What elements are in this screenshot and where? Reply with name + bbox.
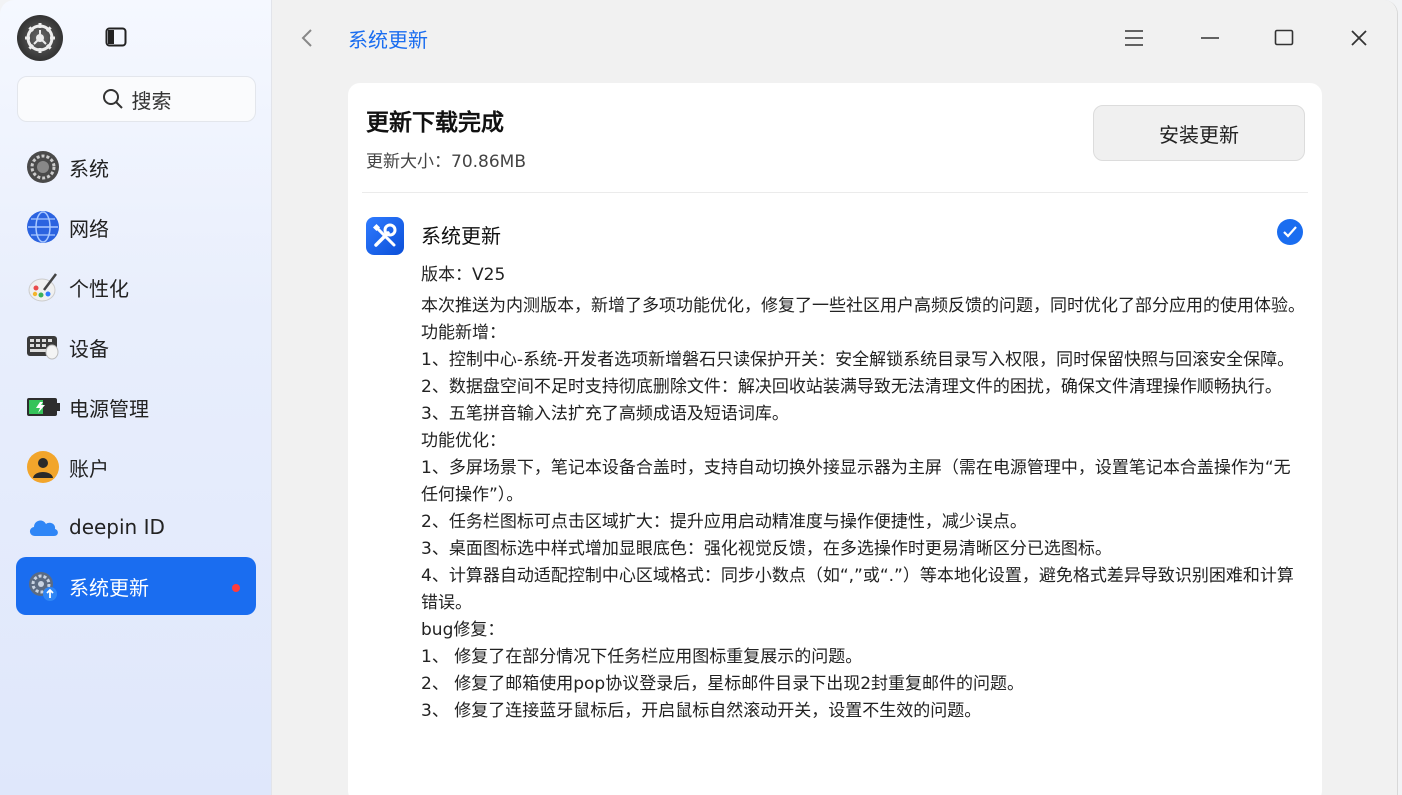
sidebar-item-system[interactable]: 系统: [16, 138, 256, 196]
release-note-line: 功能新增：: [421, 323, 506, 343]
settings-window: 搜索 系统 网络 个性化 设备 电源管理 账户 deepin ID 系统更新 系…: [0, 0, 1398, 795]
system-update-tools-icon: [366, 217, 404, 255]
sidebar-item-network[interactable]: 网络: [16, 198, 256, 256]
notification-badge: [232, 584, 240, 592]
chevron-left-icon: [301, 29, 312, 47]
personalization-icon: [26, 270, 60, 304]
sidebar-item-label: 个性化: [69, 276, 129, 301]
system-icon: [26, 150, 60, 184]
update-size: 更新大小：70.86MB: [366, 152, 526, 172]
release-note-line: 2、数据盘空间不足时支持彻底删除文件：解决回收站装满导致无法清理文件的困扰，确保…: [421, 377, 1282, 397]
device-icon: [26, 330, 60, 364]
sidebar-item-label: 系统更新: [69, 575, 149, 600]
power-icon: [26, 390, 60, 424]
sidebar-toggle-icon[interactable]: [104, 26, 128, 48]
main-panel: 系统更新 更新下载完成 更新大小：70.86MB 安装更新 系统更新 版本：V2…: [272, 0, 1397, 795]
hamburger-menu-icon: [1125, 30, 1143, 46]
update-version: 版本：V25: [421, 265, 506, 285]
release-note-line: 2、任务栏图标可点击区域扩大：提升应用启动精准度与操作便捷性，减少误点。: [421, 512, 1027, 532]
sidebar-item-personalization[interactable]: 个性化: [16, 258, 256, 316]
update-icon: [26, 569, 60, 603]
minimize-button[interactable]: [1194, 22, 1226, 54]
update-card: 更新下载完成 更新大小：70.86MB 安装更新 系统更新 版本：V25 本次推…: [348, 83, 1322, 795]
checkmark-icon[interactable]: [1277, 219, 1303, 245]
release-notes: 本次推送为内测版本，新增了多项功能优化，修复了一些社区用户高频反馈的问题，同时优…: [421, 293, 1305, 725]
install-update-button[interactable]: 安装更新: [1093, 105, 1305, 161]
menu-button[interactable]: [1118, 22, 1150, 54]
search-placeholder: 搜索: [131, 88, 172, 113]
sidebar-item-deepin-id[interactable]: deepin ID: [16, 498, 256, 556]
search-input[interactable]: 搜索: [17, 76, 256, 122]
page-title: 系统更新: [348, 28, 428, 52]
minimize-icon: [1201, 37, 1219, 39]
release-note-line: 本次推送为内测版本，新增了多项功能优化，修复了一些社区用户高频反馈的问题，同时优…: [421, 296, 1305, 316]
control-center-logo-icon: [17, 15, 63, 61]
release-note-line: 1、控制中心-系统-开发者选项新增磐石只读保护开关：安全解锁系统目录写入权限，同…: [421, 350, 1295, 370]
divider: [362, 192, 1308, 193]
maximize-icon: [1274, 29, 1294, 46]
close-button[interactable]: [1343, 22, 1375, 54]
sidebar-item-label: deepin ID: [69, 515, 165, 539]
download-status-title: 更新下载完成: [366, 110, 504, 136]
release-note-line: 2、 修复了邮箱使用pop协议登录后，星标邮件目录下出现2封重复邮件的问题。: [421, 674, 1025, 694]
close-icon: [1351, 30, 1367, 46]
sidebar: 搜索 系统 网络 个性化 设备 电源管理 账户 deepin ID 系统更新: [0, 0, 272, 795]
sidebar-item-power[interactable]: 电源管理: [16, 378, 256, 436]
sidebar-item-label: 系统: [69, 156, 109, 181]
sidebar-item-label: 电源管理: [69, 396, 149, 421]
sidebar-item-system-update[interactable]: 系统更新: [16, 557, 256, 615]
network-icon: [26, 210, 60, 244]
sidebar-item-label: 网络: [69, 216, 109, 241]
sidebar-item-label: 设备: [69, 336, 109, 361]
sidebar-item-label: 账户: [69, 456, 109, 481]
release-note-line: 4、计算器自动适配控制中心区域格式：同步小数点（如“,”或“.”）等本地化设置，…: [421, 566, 1294, 613]
release-note-line: 3、 修复了连接蓝牙鼠标后，开启鼠标自然滚动开关，设置不生效的问题。: [421, 701, 982, 721]
search-icon: [102, 89, 123, 109]
update-name: 系统更新: [421, 224, 501, 248]
sidebar-item-account[interactable]: 账户: [16, 438, 256, 496]
maximize-button[interactable]: [1268, 22, 1300, 54]
sidebar-item-devices[interactable]: 设备: [16, 318, 256, 376]
account-icon: [26, 450, 60, 484]
release-note-line: 功能优化：: [421, 431, 506, 451]
back-button[interactable]: [294, 24, 320, 52]
release-note-line: 1、 修复了在部分情况下任务栏应用图标重复展示的问题。: [421, 647, 863, 667]
release-note-line: 3、桌面图标选中样式增加显眼底色：强化视觉反馈，在多选操作时更易清晰区分已选图标…: [421, 539, 1112, 559]
release-note-line: 1、多屏场景下，笔记本设备合盖时，支持自动切换外接显示器为主屏（需在电源管理中，…: [421, 458, 1291, 505]
release-note-line: 3、五笔拼音输入法扩充了高频成语及短语词库。: [421, 404, 789, 424]
release-note-line: bug修复：: [421, 620, 505, 640]
cloud-icon: [26, 510, 60, 544]
